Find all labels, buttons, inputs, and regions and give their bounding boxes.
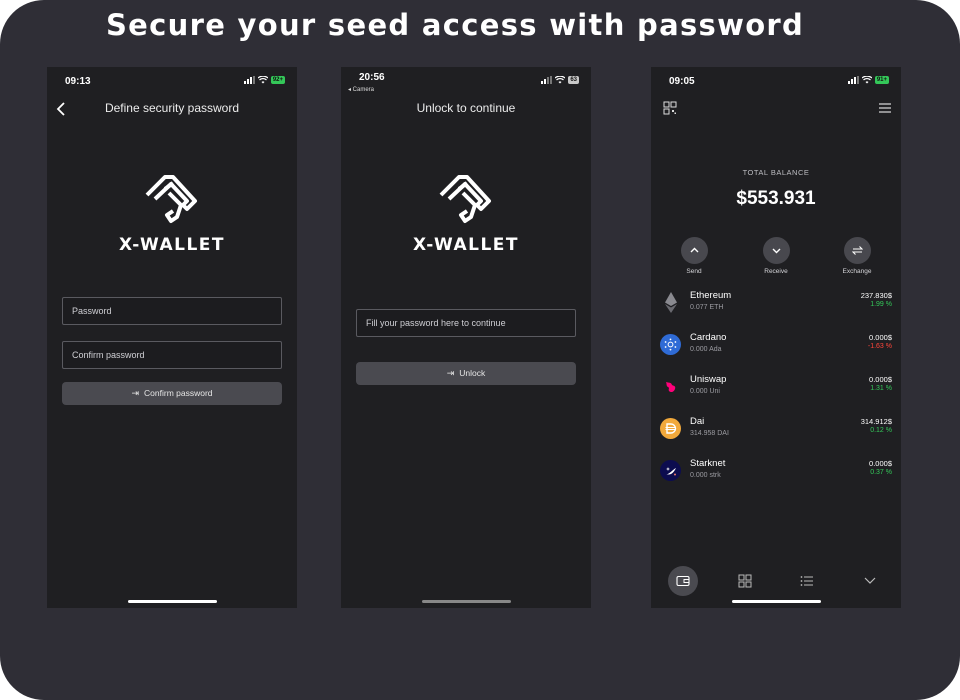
asset-row-uniswap[interactable]: Uniswap 0.000 Uni 0.000$ 1.31 %	[651, 374, 901, 408]
tab-dashboard[interactable]	[730, 566, 760, 596]
send-button[interactable]: Send	[674, 237, 714, 275]
asset-value: 237.830$	[860, 291, 892, 300]
exchange-button[interactable]: Exchange	[837, 237, 877, 275]
asset-row-cardano[interactable]: Cardano 0.000 Ada 0.000$ -1.63 %	[651, 332, 901, 366]
x-wallet-logo-icon	[145, 175, 197, 223]
wifi-icon	[257, 76, 268, 84]
status-icons: 91+	[847, 76, 889, 84]
battery-icon: 63	[568, 76, 579, 84]
unlock-screen: 20:56 ◂ Camera 63 Unlock to continue X-W…	[341, 67, 591, 608]
asset-name: Cardano	[690, 332, 727, 343]
showcase-frame: Secure your seed access with password 09…	[0, 0, 960, 700]
x-wallet-logo-icon	[439, 175, 491, 223]
logo: X-WALLET	[341, 171, 591, 266]
home-indicator	[732, 600, 821, 603]
logo: X-WALLET	[47, 171, 297, 266]
starknet-icon	[660, 460, 681, 481]
status-bar: 20:56 ◂ Camera 63	[341, 67, 591, 93]
logo-text: X-WALLET	[118, 235, 226, 255]
tab-wallet[interactable]	[668, 566, 698, 596]
asset-change: 1.99 %	[870, 301, 892, 308]
send-label: Send	[686, 268, 702, 275]
asset-value: 0.000$	[869, 333, 892, 342]
signal-icon	[541, 76, 553, 84]
asset-amount: 0.000 Ada	[690, 346, 722, 353]
login-icon: ⇥	[131, 388, 140, 398]
total-balance-label: TOTAL BALANCE	[742, 168, 810, 177]
tab-more[interactable]	[855, 566, 885, 596]
exchange-icon	[843, 237, 871, 264]
asset-amount: 0.000 strk	[690, 472, 721, 479]
headline: Secure your seed access with password	[106, 8, 805, 42]
asset-value: 0.000$	[869, 459, 892, 468]
status-bar: 09:13 92+	[47, 67, 297, 93]
signal-icon	[243, 76, 255, 84]
confirm-password-button[interactable]: ⇥ Confirm password	[62, 382, 282, 405]
asset-amount: 0.077 ETH	[690, 304, 724, 311]
signal-icon	[847, 76, 859, 84]
battery-icon: 92+	[270, 76, 285, 84]
wallet-home-screen: 09:05 91+ TOTAL BALANCE $553.931 Send Re…	[651, 67, 901, 608]
logo-text: X-WALLET	[412, 235, 520, 255]
asset-name: Starknet	[690, 458, 726, 469]
list-icon	[800, 576, 813, 586]
chevron-down-icon	[864, 577, 876, 584]
status-time: 20:56	[359, 72, 385, 83]
chevron-up-icon	[680, 237, 708, 264]
password-input[interactable]: Password	[62, 297, 282, 325]
asset-change: 1.31 %	[870, 385, 892, 392]
wifi-icon	[555, 76, 566, 84]
status-time: 09:13	[65, 76, 91, 87]
tab-transactions[interactable]	[792, 566, 822, 596]
asset-change: 0.37 %	[870, 469, 892, 476]
status-icons: 92+	[243, 76, 285, 84]
home-indicator	[128, 600, 217, 603]
dai-icon	[660, 418, 681, 439]
grid-icon	[738, 574, 752, 588]
chevron-down-icon	[762, 237, 790, 264]
receive-label: Receive	[764, 268, 788, 275]
total-balance-value: $553.931	[736, 188, 816, 209]
home-indicator	[422, 600, 511, 603]
ethereum-icon	[660, 292, 681, 313]
asset-name: Uniswap	[690, 374, 727, 385]
page-title: Define security password	[104, 101, 240, 115]
asset-change: -1.63 %	[867, 343, 892, 350]
asset-amount: 314.958 DAI	[690, 430, 729, 437]
define-password-screen: 09:13 92+ Define security password X-WAL…	[47, 67, 297, 608]
unlock-password-input[interactable]: Fill your password here to continue	[356, 309, 576, 337]
battery-icon: 91+	[874, 76, 889, 84]
status-icons: 63	[541, 76, 579, 84]
asset-row-dai[interactable]: Dai 314.958 DAI 314.912$ 0.12 %	[651, 416, 901, 450]
asset-row-ethereum[interactable]: Ethereum 0.077 ETH 237.830$ 1.99 %	[651, 290, 901, 324]
status-time: 09:05	[669, 76, 695, 87]
exchange-label: Exchange	[842, 268, 872, 275]
unlock-label: Unlock	[459, 368, 486, 378]
page-title: Unlock to continue	[416, 101, 516, 115]
confirm-password-label: Confirm password	[144, 388, 213, 398]
back-to-camera-link[interactable]: ◂ Camera	[348, 86, 374, 93]
unlock-button[interactable]: ⇥ Unlock	[356, 362, 576, 385]
uniswap-icon	[660, 376, 681, 397]
asset-amount: 0.000 Uni	[690, 388, 720, 395]
asset-value: 0.000$	[869, 375, 892, 384]
asset-value: 314.912$	[860, 417, 892, 426]
asset-name: Dai	[690, 416, 705, 427]
cardano-icon	[660, 334, 681, 355]
qr-code-icon[interactable]	[663, 101, 677, 115]
wallet-icon	[676, 575, 690, 587]
confirm-password-input[interactable]: Confirm password	[62, 341, 282, 369]
wifi-icon	[861, 76, 872, 84]
asset-row-starknet[interactable]: Starknet 0.000 strk 0.000$ 0.37 %	[651, 458, 901, 492]
receive-button[interactable]: Receive	[756, 237, 796, 275]
login-icon: ⇥	[446, 368, 455, 378]
bottom-tab-bar	[651, 566, 901, 596]
status-bar: 09:05 91+	[651, 67, 901, 93]
asset-name: Ethereum	[690, 290, 732, 301]
asset-change: 0.12 %	[870, 427, 892, 434]
menu-icon[interactable]	[878, 101, 892, 115]
